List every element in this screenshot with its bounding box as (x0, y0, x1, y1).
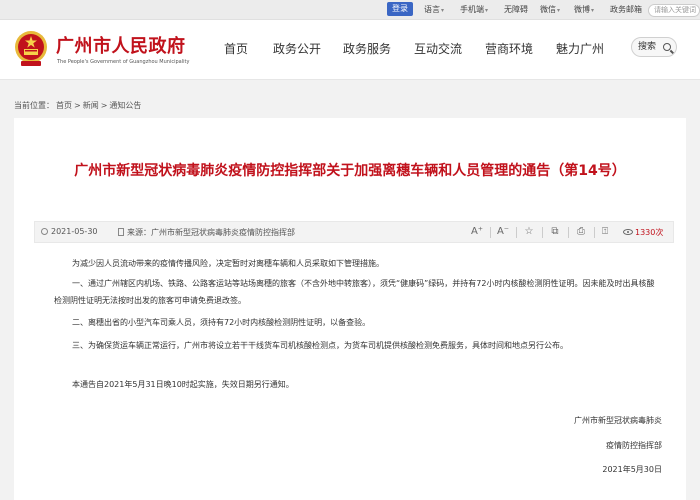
signature-date: 2021年5月30日 (602, 465, 662, 474)
national-emblem-logo[interactable] (13, 29, 49, 69)
wechat-label: 微信 (540, 5, 556, 14)
wechat-menu[interactable]: 微信▾ (540, 4, 560, 15)
breadcrumb-separator: > (74, 101, 81, 110)
view-count-text: 1330次 (635, 228, 664, 237)
top-search-input[interactable]: 请输入关键词 (648, 4, 700, 17)
article-meta-bar: 2021-05-30 来源：广州市新型冠状病毒肺炎疫情防控指挥部 A⁺ A⁻ ☆… (34, 221, 674, 243)
tool-divider (516, 227, 517, 238)
login-button[interactable]: 登录 (387, 2, 413, 16)
signature-org-line2: 疫情防控指挥部 (606, 441, 662, 450)
copy-link-icon[interactable]: ⧉ (547, 225, 563, 239)
weibo-label: 微博 (574, 5, 590, 14)
article-paragraph: 二、离穗出省的小型汽车司乘人员，须持有72小时内核酸检测阴性证明，以备查验。 (72, 318, 371, 327)
breadcrumb: 当前位置： 首页 > 新闻 > 通知公告 (14, 100, 143, 111)
article-paragraph: 为减少因人员流动带来的疫情传播风险，决定暂时对离穗车辆和人员采取如下管理措施。 (72, 259, 384, 268)
gov-mail-link[interactable]: 政务邮箱 (610, 4, 642, 15)
font-increase-icon[interactable]: A⁺ (469, 225, 485, 239)
nav-gov-services[interactable]: 政务服务 (343, 40, 391, 57)
tool-divider (568, 227, 569, 238)
nav-interaction[interactable]: 互动交流 (414, 40, 462, 57)
nav-business-env[interactable]: 营商环境 (485, 40, 533, 57)
search-icon (663, 43, 671, 51)
chevron-down-icon: ▾ (591, 7, 595, 14)
weibo-menu[interactable]: 微博▾ (574, 4, 594, 15)
export-icon[interactable]: ⍐ (597, 225, 613, 239)
chevron-down-icon: ▾ (485, 7, 489, 14)
publish-date-text: 2021-05-30 (51, 227, 98, 236)
article-source-text: 来源：广州市新型冠状病毒肺炎疫情防控指挥部 (127, 228, 295, 237)
language-menu[interactable]: 语言▾ (424, 4, 444, 15)
chevron-down-icon: ▾ (441, 7, 445, 14)
signature-org-line1: 广州市新型冠状病毒肺炎 (574, 416, 662, 425)
language-label: 语言 (424, 5, 440, 14)
nav-gov-affairs-open[interactable]: 政务公开 (273, 40, 321, 57)
breadcrumb-notices[interactable]: 通知公告 (109, 101, 141, 110)
search-label: 搜索 (638, 42, 657, 52)
chevron-down-icon: ▾ (557, 7, 561, 14)
breadcrumb-home[interactable]: 首页 (56, 101, 72, 110)
site-subtitle: The People's Government of Guangzhou Mun… (57, 59, 190, 65)
article-paragraph: 本通告自2021年5月31日晚10时起实施，失效日期另行通知。 (72, 380, 294, 389)
breadcrumb-prefix: 当前位置： (14, 101, 54, 110)
nav-charm-gz[interactable]: 魅力广州 (556, 40, 604, 57)
breadcrumb-news[interactable]: 新闻 (83, 101, 99, 110)
article-paragraph: 一、通过广州辖区内机场、铁路、公路客运站等站场离穗的旅客（不含外地中转旅客），须… (54, 279, 655, 305)
publish-date: 2021-05-30 (41, 227, 98, 236)
accessibility-link[interactable]: 无障碍 (504, 4, 528, 15)
site-header: 广州市人民政府 The People's Government of Guang… (0, 20, 700, 80)
article-source: 来源：广州市新型冠状病毒肺炎疫情防控指挥部 (118, 227, 295, 238)
tool-divider (490, 227, 491, 238)
view-count: 1330次 (623, 227, 663, 238)
favorite-star-icon[interactable]: ☆ (521, 225, 537, 239)
mobile-menu[interactable]: 手机端▾ (460, 4, 488, 15)
clock-icon (41, 228, 48, 235)
tool-divider (594, 227, 595, 238)
header-search-button[interactable]: 搜索 (631, 37, 677, 57)
top-utility-bar: 登录 语言▾ 手机端▾ 无障碍 微信▾ 微博▾ 政务邮箱 请输入关键词 (0, 0, 700, 20)
tool-divider (542, 227, 543, 238)
font-decrease-icon[interactable]: A⁻ (495, 225, 511, 239)
mobile-label: 手机端 (460, 5, 484, 14)
article-paragraph: 三、为确保货运车辆正常运行，广州市将设立若干干线货车司机核酸检测点，为货车司机提… (72, 341, 568, 350)
article-card: 广州市新型冠状病毒肺炎疫情防控指挥部关于加强离穗车辆和人员管理的通告（第14号）… (14, 118, 686, 500)
article-title: 广州市新型冠状病毒肺炎疫情防控指挥部关于加强离穗车辆和人员管理的通告（第14号） (74, 163, 626, 179)
print-icon[interactable]: ⎙ (573, 225, 589, 239)
breadcrumb-separator: > (100, 101, 108, 110)
nav-home[interactable]: 首页 (224, 40, 248, 57)
document-icon (118, 228, 124, 236)
site-title[interactable]: 广州市人民政府 (56, 32, 186, 58)
eye-icon (623, 229, 633, 235)
